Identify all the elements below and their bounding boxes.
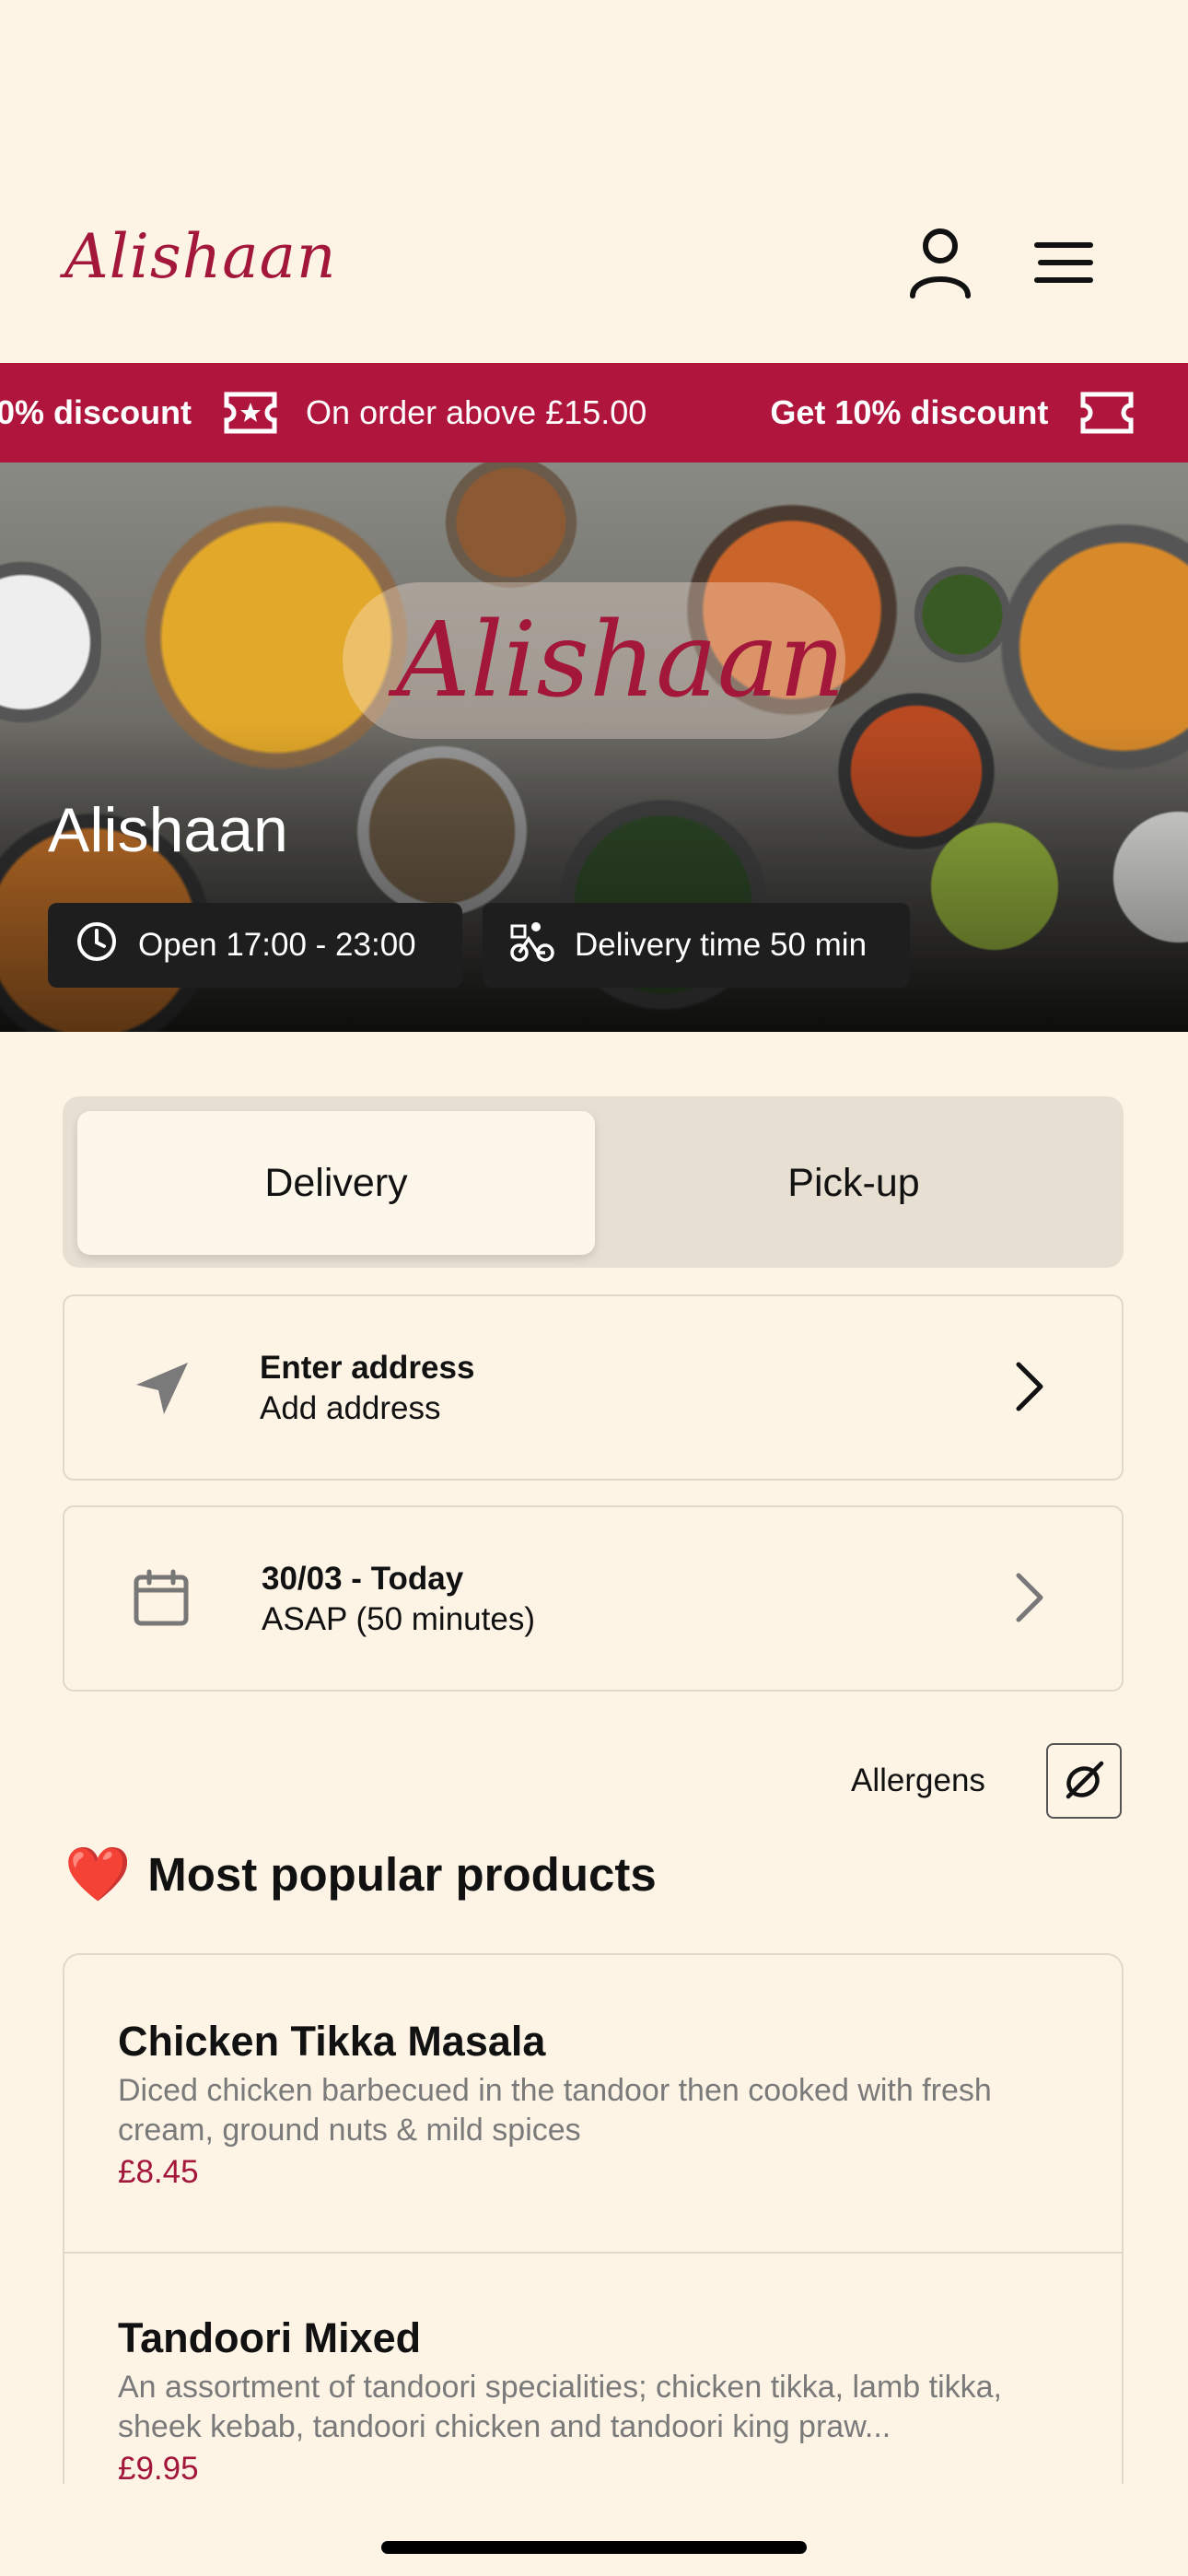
promo-min-order-text: On order above £15.00 — [306, 393, 647, 431]
product-name: Chicken Tikka Masala — [118, 2018, 546, 2065]
product-item[interactable]: Chicken Tikka Masala Diced chicken barbe… — [64, 2018, 1122, 2191]
location-arrow-icon — [131, 1357, 192, 1423]
product-item[interactable]: Tandoori Mixed An assortment of tandoori… — [64, 2314, 1122, 2484]
section-title-text: Most popular products — [147, 1848, 657, 1901]
allergen-filter-button[interactable] — [1046, 1743, 1122, 1819]
product-name: Tandoori Mixed — [118, 2314, 422, 2361]
product-price: £9.95 — [118, 2451, 199, 2484]
promo-banner: t 10% discount On order above £15.00 Get… — [0, 363, 1188, 463]
opening-hours-text: Open 17:00 - 23:00 — [138, 927, 416, 963]
clock-icon — [76, 920, 138, 971]
delivery-time-badge: Delivery time 50 min — [483, 903, 910, 988]
allergens-label[interactable]: Allergens — [851, 1762, 985, 1799]
product-description: Diced chicken barbecued in the tandoor t… — [118, 2073, 992, 2148]
address-selector[interactable]: Enter address Add address — [63, 1294, 1124, 1481]
address-title: Enter address — [260, 1350, 475, 1386]
hero-logo: Alishaan — [396, 601, 845, 720]
order-mode-toggle: Delivery Pick-up — [63, 1096, 1124, 1268]
delivery-time-text: Delivery time 50 min — [575, 927, 868, 963]
user-icon[interactable] — [899, 221, 982, 304]
ticket-icon — [223, 391, 278, 435]
bicycle-icon — [510, 920, 575, 971]
home-indicator[interactable] — [381, 2541, 807, 2554]
tab-delivery[interactable]: Delivery — [77, 1111, 595, 1255]
popular-products-heading: ❤️ Most popular products — [64, 1843, 657, 1906]
schedule-date: 30/03 - Today — [262, 1561, 464, 1597]
product-divider — [64, 2252, 1122, 2254]
brand-logo[interactable]: Alishaan — [64, 221, 336, 292]
restaurant-name: Alishaan — [48, 795, 288, 865]
promo-discount-text: t 10% discount — [0, 393, 192, 431]
heart-icon: ❤️ — [64, 1843, 132, 1905]
product-list: Chicken Tikka Masala Diced chicken barbe… — [63, 1953, 1124, 2484]
schedule-selector[interactable]: 30/03 - Today ASAP (50 minutes) — [63, 1505, 1124, 1692]
opening-hours-badge: Open 17:00 - 23:00 — [48, 903, 462, 988]
allergen-filter-icon — [1061, 1756, 1107, 1807]
product-price: £8.45 — [118, 2154, 199, 2190]
schedule-time: ASAP (50 minutes) — [262, 1601, 535, 1637]
ticket-icon — [1079, 391, 1135, 435]
calendar-icon — [131, 1568, 192, 1633]
hero-banner: Alishaan Alishaan Open 17:00 - 23:00 Del… — [0, 463, 1188, 1032]
chevron-right-icon — [1013, 1572, 1046, 1628]
promo-discount-text: Get 10% discount — [770, 393, 1049, 431]
product-description: An assortment of tandoori specialities; … — [118, 2370, 1002, 2444]
chevron-right-icon — [1013, 1361, 1046, 1417]
address-subtitle: Add address — [260, 1390, 441, 1426]
hamburger-menu-icon[interactable] — [1022, 221, 1105, 304]
tab-pickup[interactable]: Pick-up — [595, 1111, 1112, 1255]
